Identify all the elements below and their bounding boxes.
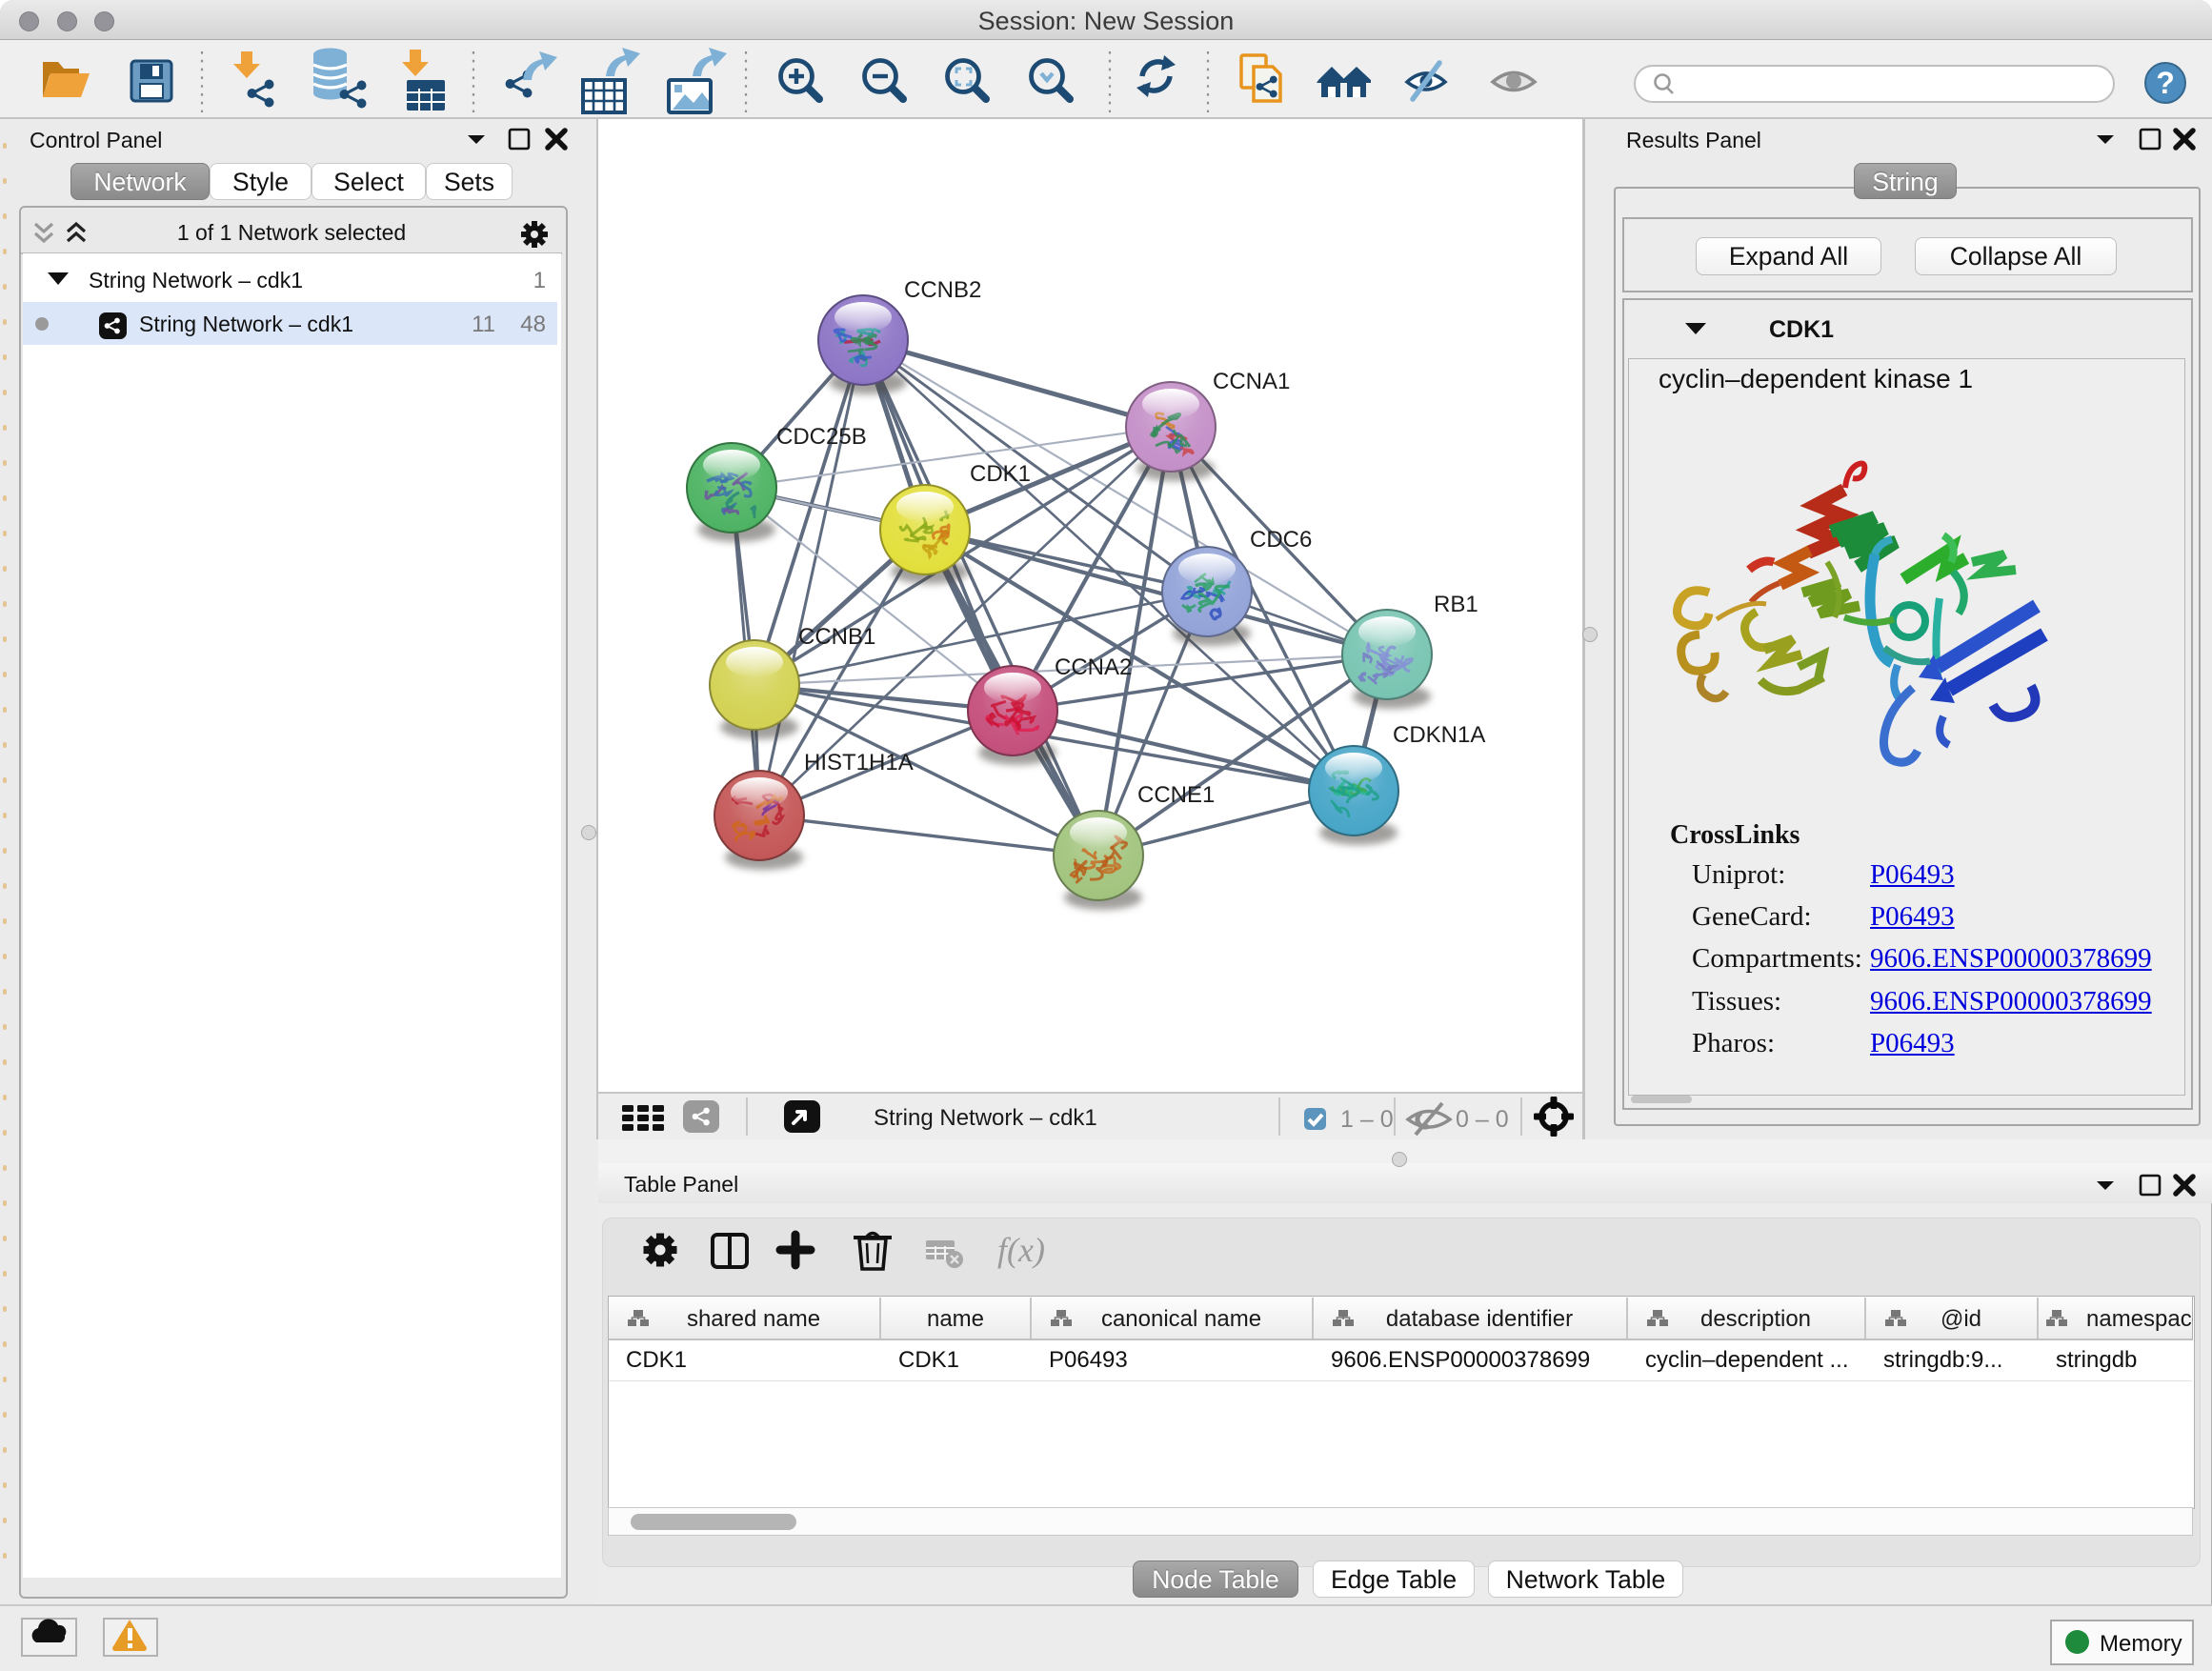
svg-text:?: ?: [2156, 66, 2175, 100]
svg-text:RB1: RB1: [1434, 592, 1478, 617]
svg-text:name: name: [927, 1306, 984, 1332]
svg-text:@id: @id: [1941, 1306, 1981, 1332]
svg-text:CCNB2: CCNB2: [904, 277, 981, 303]
svg-text:canonical name: canonical name: [1101, 1306, 1261, 1332]
svg-text:CDKN1A: CDKN1A: [1393, 722, 1485, 748]
svg-text:CDC25B: CDC25B: [776, 424, 867, 450]
svg-text:CCNA1: CCNA1: [1213, 369, 1290, 394]
svg-text:CCNE1: CCNE1: [1137, 782, 1215, 808]
svg-text:f(x): f(x): [997, 1231, 1045, 1269]
svg-text:CDC6: CDC6: [1250, 527, 1312, 553]
svg-text:shared name: shared name: [687, 1306, 820, 1332]
svg-text:description: description: [1700, 1306, 1811, 1332]
svg-text:namespace: namespace: [2086, 1306, 2193, 1332]
svg-text:database identifier: database identifier: [1386, 1306, 1573, 1332]
svg-text:HIST1H1A: HIST1H1A: [804, 750, 914, 775]
svg-text:CCNA2: CCNA2: [1055, 654, 1132, 680]
svg-text:CCNB1: CCNB1: [798, 624, 875, 650]
svg-text:CDK1: CDK1: [970, 461, 1031, 487]
